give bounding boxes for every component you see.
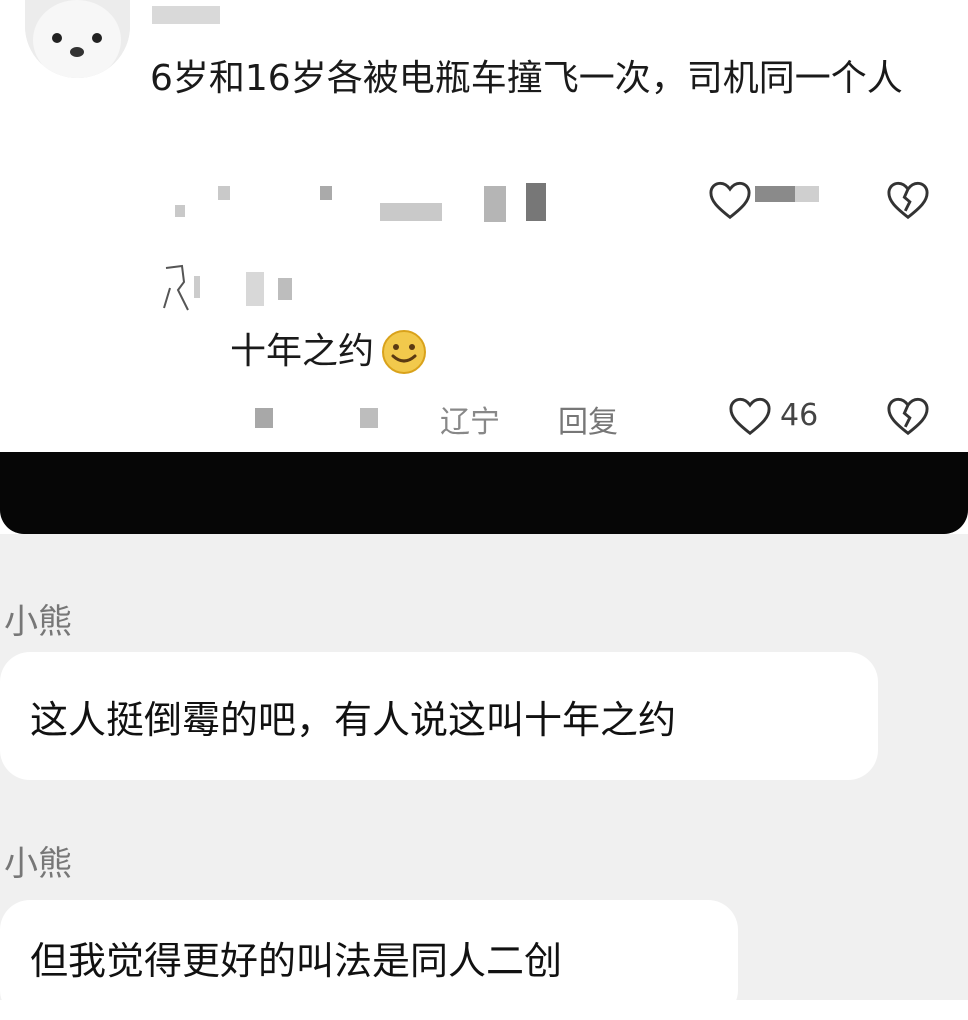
message-bubble[interactable]: 但我觉得更好的叫法是同人二创 [0, 900, 738, 1020]
commenter-avatar[interactable] [25, 0, 130, 78]
message-text: 这人挺倒霉的吧，有人说这叫十年之约 [30, 697, 677, 742]
meta-blur [218, 186, 230, 200]
like-count-blurred [795, 186, 819, 202]
heart-outline-icon[interactable] [728, 396, 772, 436]
reply-avatar[interactable] [160, 262, 206, 314]
heart-outline-icon[interactable] [708, 180, 752, 220]
meta-blur [484, 186, 506, 222]
meta-blur [380, 203, 442, 221]
message-text: 但我觉得更好的叫法是同人二创 [30, 939, 563, 983]
meta-blur [526, 183, 546, 221]
message-sender: 小熊 [4, 602, 72, 642]
separator-bar [0, 452, 968, 534]
like-count-blurred [755, 186, 795, 202]
broken-heart-icon[interactable] [886, 180, 930, 220]
reply-name-blurred [278, 278, 292, 300]
smile-emoji-icon [382, 330, 427, 374]
comment-screenshot: 6岁和16岁各被电瓶车撞飞一次，司机同一个人 十年之约 辽宁 回复 46 [0, 0, 968, 455]
message-sender: 小熊 [4, 844, 72, 884]
message-bubble[interactable]: 这人挺倒霉的吧，有人说这叫十年之约 [0, 652, 878, 780]
reply-name-blurred [246, 272, 264, 306]
commenter-name-blurred [152, 6, 220, 24]
reply-text-label: 十年之约 [230, 331, 375, 372]
reply-text: 十年之约 [230, 325, 428, 379]
reply-like-count: 46 [780, 398, 819, 433]
comment-text: 6岁和16岁各被电瓶车撞飞一次，司机同一个人 [150, 58, 903, 99]
reply-date-blurred [255, 408, 273, 428]
reply-date-blurred [360, 408, 378, 428]
reply-button[interactable]: 回复 [558, 397, 618, 441]
chat-screenshot: 小熊 这人挺倒霉的吧，有人说这叫十年之约 小熊 但我觉得更好的叫法是同人二创 [0, 534, 968, 1020]
meta-blur [320, 186, 332, 200]
reply-location: 辽宁 [440, 405, 500, 440]
meta-blur [175, 205, 185, 217]
broken-heart-icon[interactable] [886, 396, 930, 436]
